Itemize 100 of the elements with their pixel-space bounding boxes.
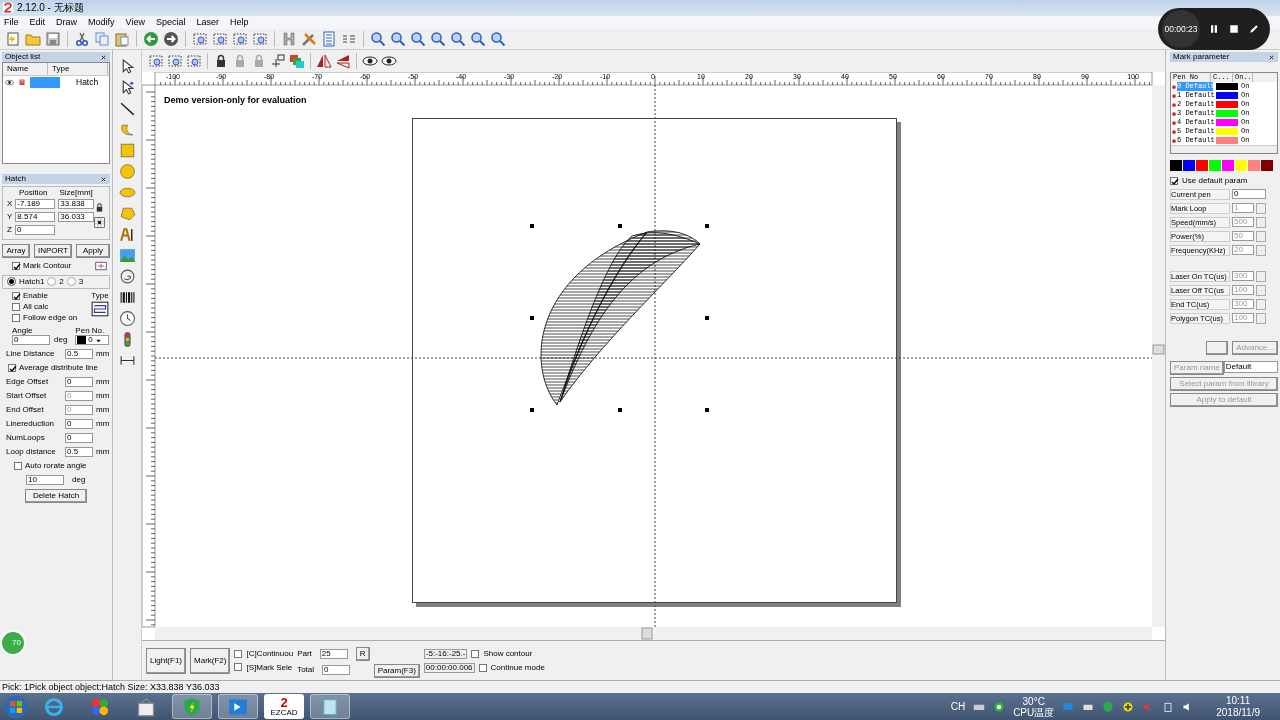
selection-handle[interactable] <box>705 224 709 228</box>
column-header[interactable]: Type <box>48 63 108 75</box>
battery-icon[interactable] <box>1162 700 1175 713</box>
checkbox[interactable] <box>234 663 243 672</box>
menu-item[interactable]: Special <box>155 17 186 28</box>
grid-icon[interactable] <box>94 216 106 228</box>
new-file-icon[interactable] <box>5 31 21 47</box>
pencil-icon[interactable] <box>1248 23 1260 35</box>
radio-button[interactable] <box>66 277 76 287</box>
checkbox[interactable] <box>478 663 487 672</box>
node-frame-icon[interactable] <box>252 31 268 47</box>
shield-icon[interactable] <box>1102 700 1115 713</box>
color-swatch[interactable] <box>1248 160 1260 171</box>
crosshair-icon[interactable] <box>270 53 286 69</box>
input-field[interactable]: 0 <box>322 664 351 675</box>
eye-icon[interactable] <box>381 53 397 69</box>
pause-icon[interactable] <box>1208 23 1220 35</box>
rectangle-icon[interactable] <box>118 142 136 159</box>
selection-handle[interactable] <box>530 408 534 412</box>
input-field[interactable]: 8.574 <box>15 212 56 223</box>
selection-handle[interactable] <box>618 224 622 228</box>
tools-icon[interactable] <box>301 31 317 47</box>
input-field[interactable]: 0 <box>65 432 93 443</box>
start-icon[interactable] <box>4 694 28 719</box>
shield-icon[interactable] <box>182 696 202 717</box>
folder-icon[interactable] <box>25 31 41 47</box>
node-frame-icon[interactable] <box>167 53 183 69</box>
cut-icon[interactable] <box>74 31 90 47</box>
selection-handle[interactable] <box>530 316 534 320</box>
menu-item[interactable]: Laser <box>196 17 219 28</box>
node-frame-icon[interactable] <box>212 31 228 47</box>
input-field[interactable]: 0 <box>65 376 93 387</box>
color-swatch[interactable] <box>1209 160 1221 171</box>
delete-button[interactable]: Delete Hatch <box>25 488 87 503</box>
store-bag-icon[interactable] <box>136 696 156 717</box>
menu-item[interactable]: Draw <box>56 17 78 28</box>
blank-button[interactable] <box>1206 341 1229 355</box>
action-button[interactable]: Apply <box>76 243 110 258</box>
node-frame-icon[interactable] <box>148 53 164 69</box>
checkbox[interactable] <box>14 461 22 470</box>
selection-handle[interactable] <box>705 316 709 320</box>
input-field[interactable]: 0 <box>12 335 50 346</box>
input-field[interactable]: -7.189 <box>15 199 56 210</box>
node-frame-icon[interactable] <box>186 53 202 69</box>
zoom-icon[interactable] <box>450 31 466 47</box>
color-swatch[interactable] <box>1222 160 1234 171</box>
action-button[interactable]: INPORT <box>33 243 73 258</box>
selection-handle[interactable] <box>618 408 622 412</box>
h-frame-icon[interactable] <box>281 31 297 47</box>
menu-item[interactable]: Edit <box>29 17 46 28</box>
pen-dropdown[interactable]: 0 <box>75 335 110 346</box>
zoom-icon[interactable] <box>430 31 446 47</box>
scrollbar[interactable] <box>1152 85 1165 627</box>
input-field[interactable]: Default <box>1223 361 1278 373</box>
menu-item[interactable]: View <box>125 17 145 28</box>
input-field[interactable]: 0.5 <box>65 348 93 359</box>
scrollbar[interactable] <box>155 627 1152 640</box>
checkbox[interactable] <box>1170 177 1178 185</box>
stop-icon[interactable] <box>1228 23 1240 35</box>
node-frame-icon[interactable] <box>232 31 248 47</box>
circle-icon[interactable] <box>118 163 136 180</box>
clock-icon[interactable] <box>118 310 136 327</box>
color-swatch[interactable] <box>1196 160 1208 171</box>
eye-icon[interactable] <box>362 53 378 69</box>
line-icon[interactable] <box>118 100 136 117</box>
browser-icon[interactable] <box>44 696 64 717</box>
layers-icon[interactable] <box>289 53 305 69</box>
eye-icon[interactable] <box>5 77 14 87</box>
scrollbar[interactable] <box>1171 145 1277 153</box>
zoom-icon[interactable] <box>470 31 486 47</box>
input-field[interactable]: 33.838 <box>58 199 95 210</box>
input-field[interactable]: 0 <box>1232 189 1266 199</box>
close-icon[interactable] <box>100 53 107 61</box>
language-indicator[interactable]: CH <box>950 700 966 713</box>
menu-item[interactable]: Help <box>229 17 249 28</box>
zoom-icon[interactable] <box>490 31 506 47</box>
menu-item[interactable]: File <box>4 17 19 28</box>
input-field[interactable]: 0 <box>65 418 93 429</box>
input-field[interactable]: 0 <box>14 225 55 236</box>
menu-item[interactable]: Modify <box>88 17 115 28</box>
input-field[interactable]: 0.5 <box>65 446 93 457</box>
mirror-icon[interactable] <box>335 53 351 69</box>
checkbox[interactable] <box>234 649 243 658</box>
node-frame-icon[interactable] <box>192 31 208 47</box>
paste-icon[interactable] <box>114 31 130 47</box>
close-icon[interactable] <box>1268 53 1275 61</box>
action-button[interactable]: Mark(F2) <box>190 647 231 674</box>
text-tool-icon[interactable] <box>118 226 136 243</box>
close-icon[interactable] <box>100 175 107 183</box>
checkbox[interactable] <box>12 303 20 312</box>
input-field[interactable]: 25 <box>319 648 348 659</box>
scroll-thumb[interactable] <box>1152 344 1165 355</box>
scroll-thumb[interactable] <box>641 627 653 640</box>
zoom-icon[interactable] <box>370 31 386 47</box>
checkbox[interactable] <box>12 262 20 271</box>
name-field[interactable] <box>30 76 60 88</box>
selection-handle[interactable] <box>705 408 709 412</box>
action-button[interactable]: Light(F1) <box>146 647 186 674</box>
spiral-icon[interactable] <box>118 268 136 285</box>
save-icon[interactable] <box>45 31 61 47</box>
